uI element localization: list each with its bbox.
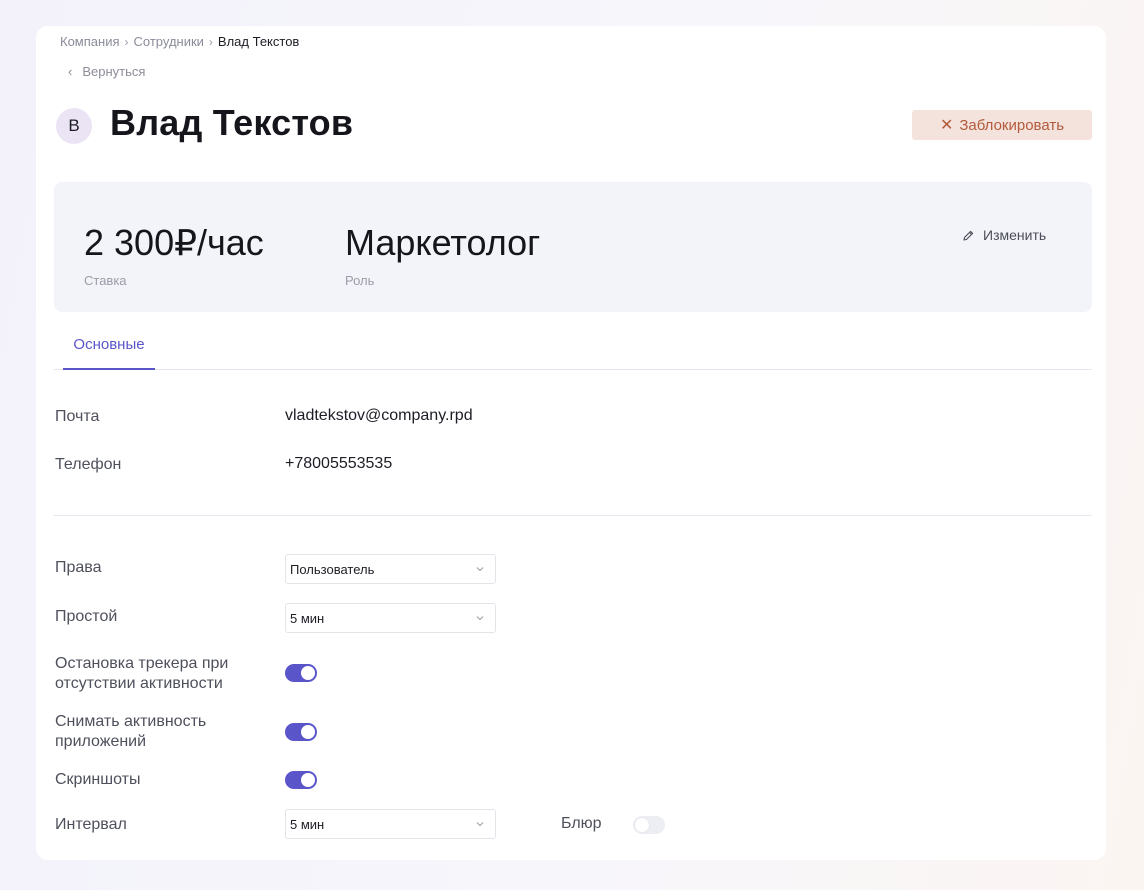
pencil-icon xyxy=(963,230,974,241)
rate-label: Ставка xyxy=(84,273,127,288)
stop-tracker-label-line1: Остановка трекера при xyxy=(55,655,229,672)
interval-label: Интервал xyxy=(55,816,127,833)
stop-tracker-label-line2: отсутствии активности xyxy=(55,675,223,692)
email-label: Почта xyxy=(55,408,100,425)
chevron-down-icon xyxy=(476,567,484,572)
chevron-down-icon xyxy=(476,822,484,827)
chevron-right-icon: › xyxy=(124,34,129,49)
edit-button[interactable]: Изменить xyxy=(962,227,1046,243)
block-button[interactable]: ✕ Заблокировать xyxy=(912,110,1092,140)
screenshots-toggle[interactable] xyxy=(285,771,317,789)
interval-select[interactable]: 5 мин xyxy=(285,809,496,839)
idle-select[interactable]: 5 мин xyxy=(285,603,496,633)
app-activity-label-line2: приложений xyxy=(55,733,147,750)
interval-select-value: 5 мин xyxy=(290,816,325,832)
phone-label: Телефон xyxy=(55,456,122,473)
breadcrumb: Компания › Сотрудники › Влад Текстов xyxy=(60,34,299,49)
chevron-right-icon: › xyxy=(208,34,213,49)
tabs: Основные xyxy=(54,336,1092,370)
chevron-down-icon xyxy=(476,616,484,621)
tab-main[interactable]: Основные xyxy=(63,336,155,370)
app-activity-toggle[interactable] xyxy=(285,723,317,741)
divider xyxy=(54,515,1092,516)
toggle-knob xyxy=(635,818,649,832)
blur-toggle[interactable] xyxy=(633,816,665,834)
page-title: Влад Текстов xyxy=(110,102,354,143)
phone-value: +78005553535 xyxy=(285,455,393,472)
rights-select-value: Пользователь xyxy=(290,561,375,577)
summary-panel: 2 300₽/час Ставка Маркетолог Роль Измени… xyxy=(54,182,1092,312)
block-button-label: Заблокировать xyxy=(959,116,1065,134)
close-icon: ✕ xyxy=(939,117,954,134)
avatar: В xyxy=(56,108,92,144)
role-label: Роль xyxy=(345,273,375,288)
toggle-knob xyxy=(301,725,315,739)
toggle-knob xyxy=(301,666,315,680)
screenshots-label: Скриншоты xyxy=(55,771,141,788)
stop-tracker-label: Остановка трекера при отсутствии активно… xyxy=(55,654,228,694)
edit-button-label: Изменить xyxy=(983,227,1047,243)
app-activity-label-line1: Снимать активность xyxy=(55,713,207,730)
employee-card: Компания › Сотрудники › Влад Текстов ‹ В… xyxy=(36,26,1106,860)
idle-select-value: 5 мин xyxy=(290,610,325,626)
toggle-knob xyxy=(301,773,315,787)
breadcrumb-employees[interactable]: Сотрудники xyxy=(134,34,204,49)
rate-value: 2 300₽/час xyxy=(84,222,264,263)
back-link[interactable]: ‹ Вернуться xyxy=(68,64,145,79)
idle-label: Простой xyxy=(55,608,118,625)
email-value: vladtekstov@company.rpd xyxy=(285,407,473,424)
stop-tracker-toggle[interactable] xyxy=(285,664,317,682)
app-activity-label: Снимать активность приложений xyxy=(55,712,206,752)
rights-select[interactable]: Пользователь xyxy=(285,554,496,584)
breadcrumb-current: Влад Текстов xyxy=(217,34,300,49)
blur-label: Блюр xyxy=(561,815,602,832)
chevron-left-icon: ‹ xyxy=(68,64,73,79)
rights-label: Права xyxy=(55,559,102,576)
back-link-label: Вернуться xyxy=(82,64,146,79)
role-value: Маркетолог xyxy=(345,222,541,263)
breadcrumb-company[interactable]: Компания xyxy=(60,34,120,49)
